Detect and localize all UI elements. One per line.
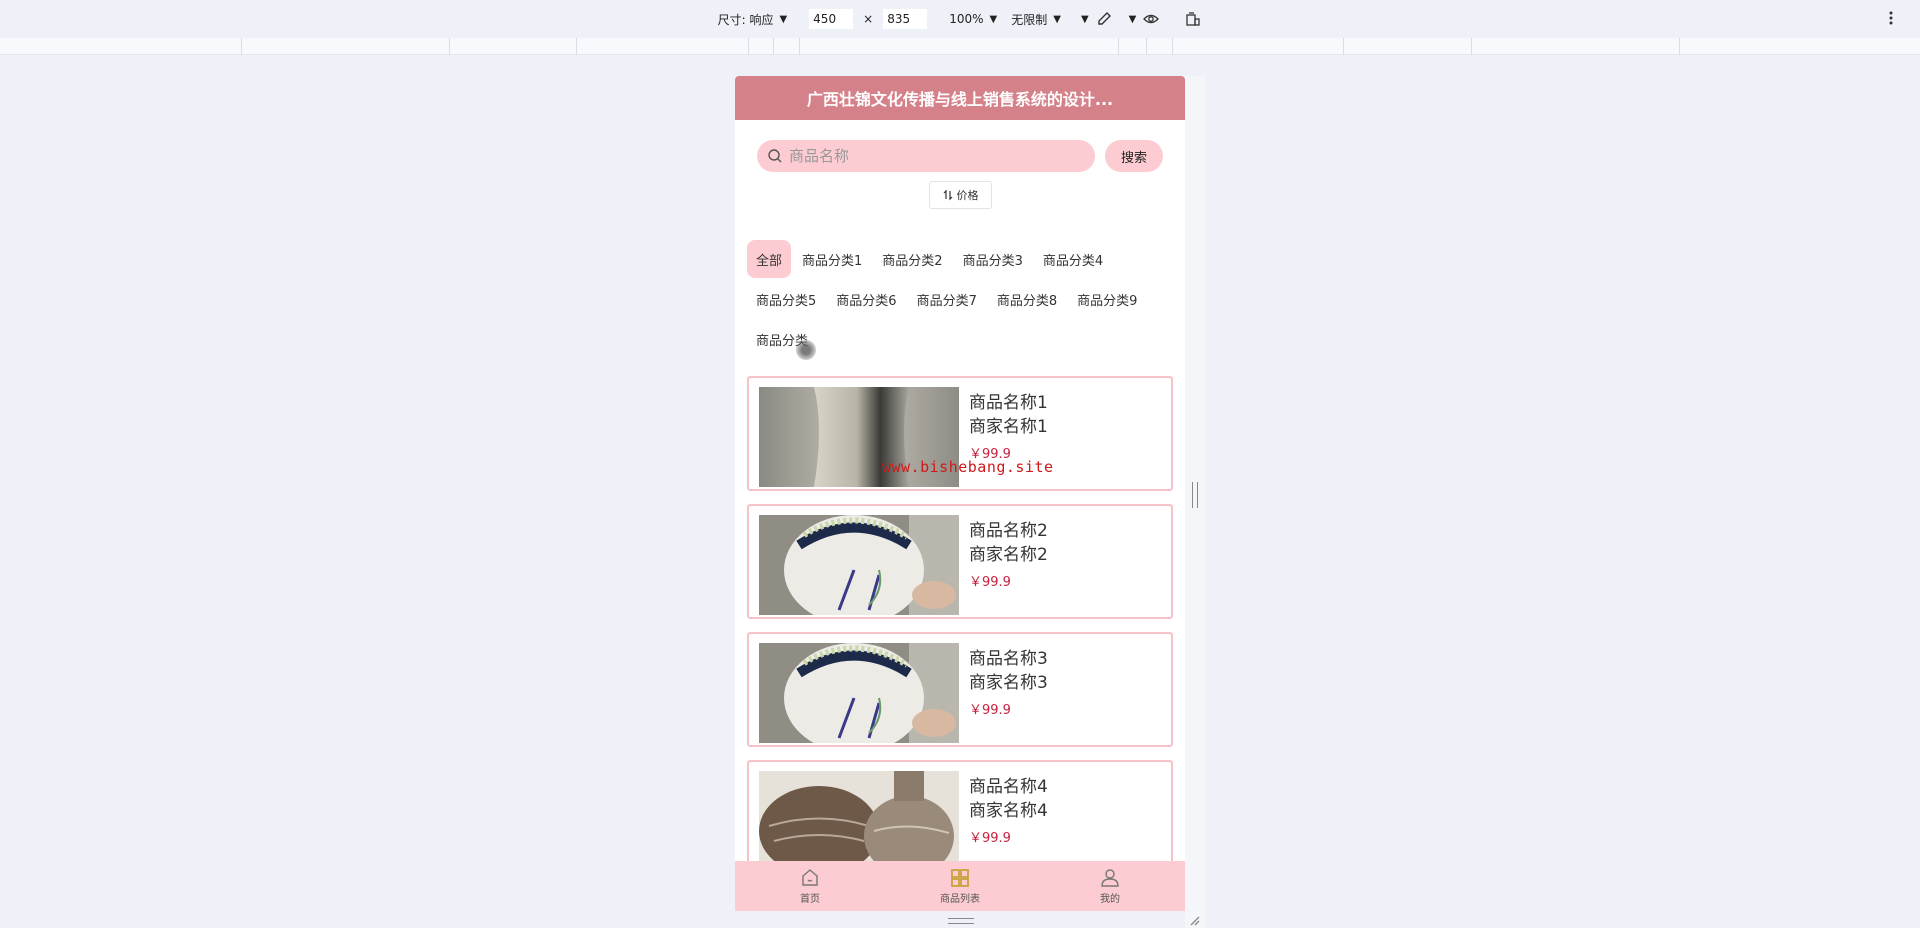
product-price: ￥99.9 (969, 575, 1011, 590)
times-sign: × (863, 12, 874, 26)
product-card[interactable]: 商品名称3 商家名称3 ￥99.9 (747, 632, 1173, 747)
tab-mine[interactable]: 我的 (1035, 861, 1185, 911)
merchant-name: 商家名称3 (969, 673, 1048, 693)
tab-product-list[interactable]: 商品列表 (885, 861, 1035, 911)
watermark-text: www.bishebang.site (882, 458, 1054, 476)
rotate-device-icon[interactable] (1184, 10, 1202, 28)
category-tab-5[interactable]: 商品分类5 (747, 280, 825, 318)
sort-by-price-button[interactable]: 价格 (928, 181, 992, 209)
device-width-input[interactable] (809, 9, 854, 29)
category-tab-8[interactable]: 商品分类8 (988, 280, 1066, 318)
product-price: ￥99.9 (969, 703, 1011, 718)
category-tab-1[interactable]: 商品分类1 (793, 240, 871, 278)
dimensions-chevron-down-icon: ▼ (779, 13, 788, 25)
media-query-ruler (0, 38, 1920, 55)
mouse-cursor (796, 340, 816, 360)
category-tab-3[interactable]: 商品分类3 (954, 240, 1032, 278)
merchant-name: 商家名称1 (969, 417, 1048, 437)
vision-select[interactable]: ▼ (1129, 10, 1161, 28)
search-box (757, 140, 1095, 172)
resize-handle-right[interactable] (1192, 482, 1198, 508)
tab-home-label: 首页 (800, 894, 820, 905)
zoom-label: 100% (949, 12, 984, 26)
devtools-device-toolbar: 尺寸: 响应 ▼ × 100% ▼ 无限制 ▼ ▼ ▼ (0, 0, 1920, 38)
sort-label: 价格 (956, 189, 979, 202)
product-name: 商品名称3 (969, 649, 1048, 669)
product-image-brown-pots (759, 771, 959, 871)
zoom-chevron-down-icon: ▼ (989, 13, 998, 25)
home-icon (802, 869, 818, 886)
resize-corner-icon[interactable] (1188, 914, 1200, 926)
product-price: ￥99.9 (969, 831, 1011, 846)
category-tab-4[interactable]: 商品分类4 (1034, 240, 1112, 278)
device-viewport: 广西壮锦文化传播与线上销售系统的设计... 搜索 价格 全部 商品分类1 商品分… (735, 76, 1185, 911)
merchant-name: 商家名称2 (969, 545, 1048, 565)
search-icon (768, 149, 782, 163)
product-image-painted-jar (759, 515, 959, 615)
search-row: 搜索 (735, 140, 1185, 172)
vision-chevron-down-icon: ▼ (1128, 13, 1137, 25)
product-card[interactable]: 商品名称1 商家名称1 ￥99.9 www.bishebang.site (747, 376, 1173, 491)
product-image-painted-jar (759, 643, 959, 743)
dimensions-select[interactable]: 尺寸: 响应 ▼ (718, 11, 788, 28)
category-tab-all[interactable]: 全部 (747, 240, 792, 278)
search-input[interactable] (789, 147, 1095, 165)
sort-arrows-icon (943, 189, 952, 201)
eye-icon (1142, 10, 1160, 28)
more-options-icon[interactable] (1882, 9, 1900, 27)
page-title: 广西壮锦文化传播与线上销售系统的设计... (806, 90, 1114, 109)
category-tab-9[interactable]: 商品分类9 (1068, 280, 1146, 318)
sensor-chevron-down-icon: ▼ (1080, 13, 1089, 25)
sensor-select[interactable]: ▼ (1081, 10, 1113, 28)
tab-home[interactable]: 首页 (735, 861, 885, 911)
product-name: 商品名称1 (969, 393, 1048, 413)
tab-product-list-label: 商品列表 (940, 894, 980, 905)
merchant-name: 商家名称4 (969, 801, 1048, 821)
category-tab-6[interactable]: 商品分类6 (827, 280, 905, 318)
tab-mine-label: 我的 (1100, 894, 1120, 905)
product-list: 商品名称1 商家名称1 ￥99.9 www.bishebang.site 商品名… (735, 376, 1185, 875)
dimensions-label: 尺寸: 响应 (717, 12, 774, 27)
zoom-select[interactable]: 100% ▼ (949, 12, 997, 26)
category-tab-2[interactable]: 商品分类2 (873, 240, 951, 278)
app-header: 广西壮锦文化传播与线上销售系统的设计... (735, 76, 1185, 120)
user-icon (1101, 869, 1119, 887)
resize-handle-bottom[interactable] (948, 918, 974, 924)
product-name: 商品名称4 (969, 777, 1048, 797)
category-tab-7[interactable]: 商品分类7 (908, 280, 986, 318)
grid-icon (951, 869, 969, 887)
product-name: 商品名称2 (969, 521, 1048, 541)
bottom-tab-bar: 首页 商品列表 我的 (735, 861, 1185, 911)
eyedropper-icon (1095, 10, 1113, 28)
search-button[interactable]: 搜索 (1105, 140, 1163, 172)
throttle-chevron-down-icon: ▼ (1053, 13, 1061, 25)
product-card[interactable]: 商品名称2 商家名称2 ￥99.9 (747, 504, 1173, 619)
product-card[interactable]: 商品名称4 商家名称4 ￥99.9 (747, 760, 1173, 875)
throttle-select[interactable]: 无限制 ▼ (1011, 11, 1061, 28)
device-height-input[interactable] (883, 9, 928, 29)
throttle-label: 无限制 (1011, 12, 1048, 27)
